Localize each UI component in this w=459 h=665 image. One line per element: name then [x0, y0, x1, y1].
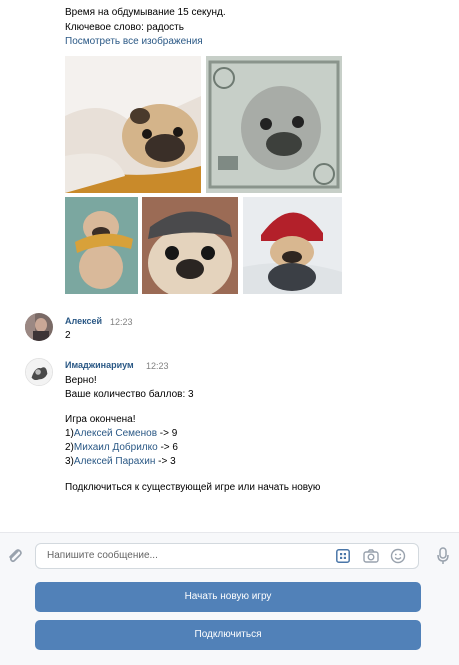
camera-icon[interactable] — [363, 548, 379, 564]
result-place: 3) — [65, 456, 74, 467]
message-author[interactable]: Имаджинариум — [65, 360, 134, 370]
player-link[interactable]: Михаил Добрилко — [74, 442, 158, 453]
pug-with-toy-image[interactable] — [65, 197, 138, 294]
result-line: 1)Алексей Семенов -> 9 — [65, 427, 177, 440]
keyboard-icon[interactable] — [336, 549, 350, 563]
result-place: 2) — [65, 442, 74, 453]
message-text: Верно! — [65, 375, 97, 386]
avatar[interactable] — [25, 313, 53, 341]
result-line: 2)Михаил Добрилко -> 6 — [65, 441, 178, 454]
pug-on-dollar-image[interactable] — [206, 56, 342, 193]
message-input[interactable]: Напишите сообщение... — [35, 543, 419, 569]
paperclip-icon[interactable] — [6, 547, 24, 565]
message-text: Ваше количество баллов: 3 — [65, 389, 194, 400]
message-time: 12:23 — [110, 317, 133, 327]
smile-icon[interactable] — [390, 548, 406, 564]
pug-in-red-hat-image[interactable] — [243, 197, 342, 294]
message-time: 12:23 — [146, 361, 169, 371]
message-author[interactable]: Алексей — [65, 316, 102, 326]
microphone-icon[interactable] — [436, 547, 450, 565]
message-text: Игра окончена! — [65, 414, 136, 425]
message-text: Подключиться к существующей игре или нач… — [65, 482, 321, 493]
player-link[interactable]: Алексей Парахин — [74, 456, 155, 467]
pug-in-flat-cap-image[interactable] — [142, 197, 238, 294]
result-line: 3)Алексей Парахин -> 3 — [65, 455, 176, 468]
avatar[interactable] — [25, 358, 53, 386]
view-all-images-link[interactable]: Посмотреть все изображения — [65, 35, 203, 48]
message-input-placeholder: Напишите сообщение... — [47, 550, 158, 561]
join-game-button[interactable]: Подключиться — [35, 620, 421, 650]
keyword-text: Ключевое слово: радость — [65, 22, 184, 33]
player-link[interactable]: Алексей Семенов — [74, 428, 157, 439]
chat-history: Время на обдумывание 15 секунд. Ключевое… — [0, 0, 459, 532]
start-new-game-button[interactable]: Начать новую игру — [35, 582, 421, 612]
think-time-text: Время на обдумывание 15 секунд. — [65, 7, 226, 18]
result-score: -> 3 — [155, 456, 176, 467]
pug-in-blanket-image[interactable] — [65, 56, 201, 193]
message-text: 2 — [65, 330, 71, 341]
result-score: -> 9 — [157, 428, 178, 439]
result-place: 1) — [65, 428, 74, 439]
result-score: -> 6 — [157, 442, 178, 453]
